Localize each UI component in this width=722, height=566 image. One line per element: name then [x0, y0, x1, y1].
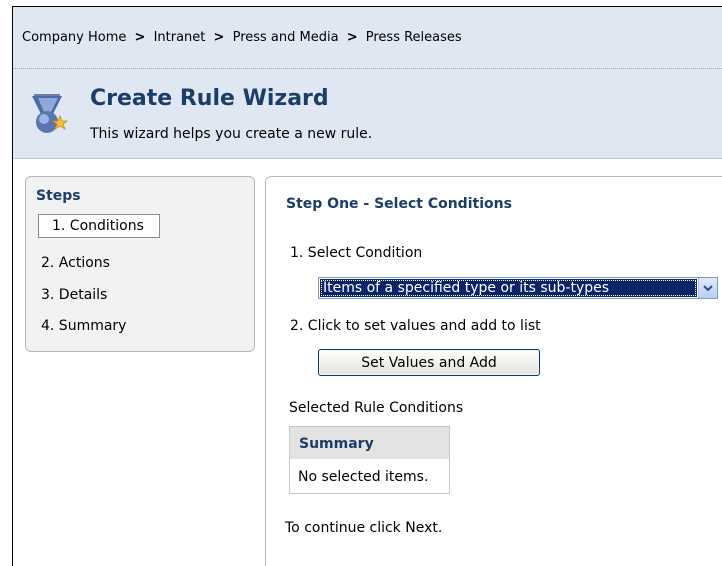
breadcrumb: Company Home > Intranet > Press and Medi…: [22, 30, 462, 45]
header-divider: [13, 68, 722, 69]
breadcrumb-separator: >: [134, 30, 146, 45]
step-heading: Step One - Select Conditions: [286, 196, 512, 212]
set-values-and-add-button[interactable]: Set Values and Add: [318, 349, 540, 376]
step-details[interactable]: 3. Details: [41, 287, 107, 303]
click-to-set-label: 2. Click to set values and add to list: [290, 318, 541, 334]
condition-select[interactable]: Items of a specified type or its sub-typ…: [318, 277, 718, 299]
breadcrumb-item-intranet[interactable]: Intranet: [154, 30, 206, 45]
continue-text: To continue click Next.: [285, 520, 443, 536]
summary-column-header: Summary: [290, 427, 449, 459]
chevron-down-icon[interactable]: [698, 278, 717, 298]
step-conditions[interactable]: 1. Conditions: [38, 214, 160, 238]
breadcrumb-separator: >: [213, 30, 225, 45]
wizard-title: Create Rule Wizard: [90, 86, 329, 111]
condition-select-value[interactable]: Items of a specified type or its sub-typ…: [320, 279, 697, 297]
wizard-subtitle: This wizard helps you create a new rule.: [90, 126, 373, 142]
steps-title: Steps: [36, 188, 81, 204]
select-condition-label: 1. Select Condition: [290, 245, 423, 261]
breadcrumb-item-company-home[interactable]: Company Home: [22, 30, 126, 45]
breadcrumb-item-press-and-media[interactable]: Press and Media: [233, 30, 339, 45]
summary-empty-text: No selected items.: [298, 469, 429, 485]
step-summary[interactable]: 4. Summary: [41, 318, 126, 334]
selected-rule-conditions-label: Selected Rule Conditions: [289, 400, 464, 416]
breadcrumb-item-press-releases[interactable]: Press Releases: [366, 30, 462, 45]
rule-wizard-icon: [24, 88, 72, 136]
breadcrumb-separator: >: [346, 30, 358, 45]
step-actions[interactable]: 2. Actions: [41, 255, 110, 271]
